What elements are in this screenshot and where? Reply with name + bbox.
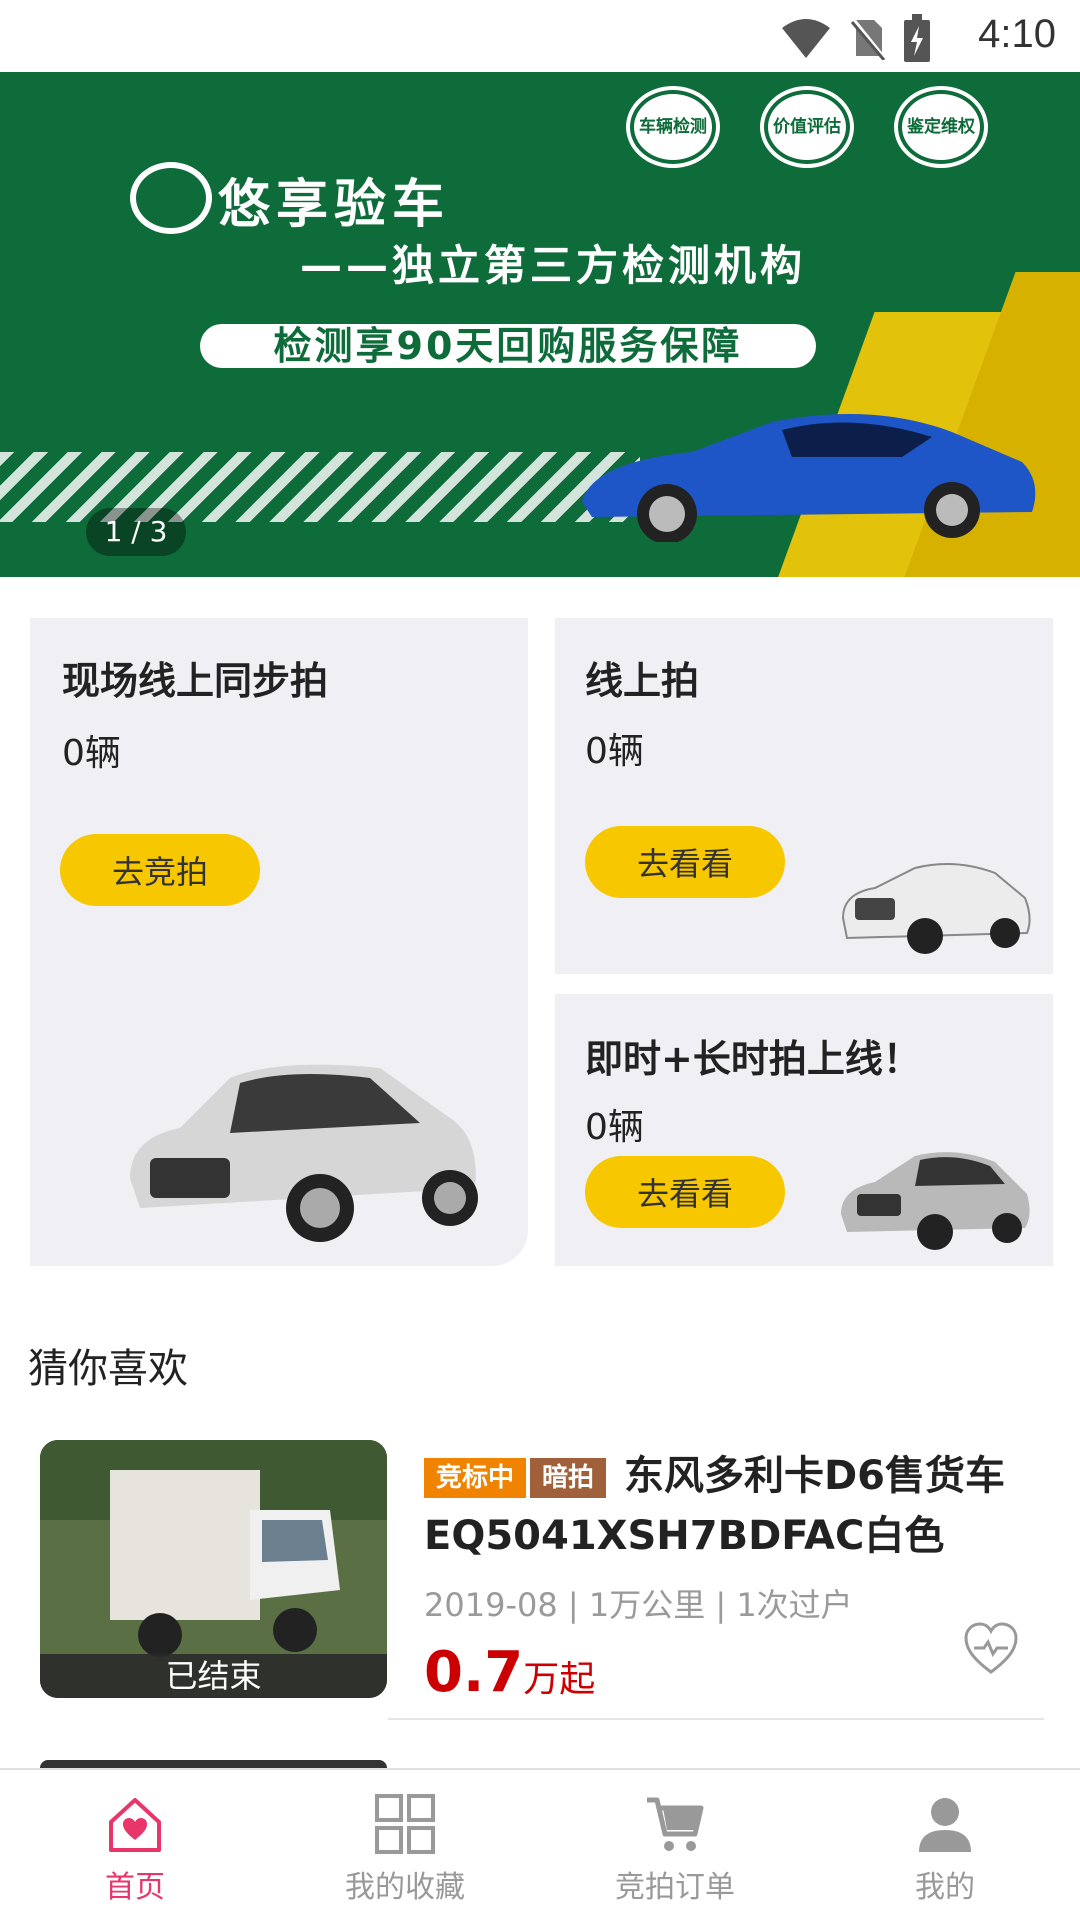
card-online-auction[interactable]: 线上拍 0辆 去看看 [555, 618, 1053, 974]
next-item-thumbnail [40, 1760, 387, 1768]
banner-badge: 车辆检测 [630, 90, 716, 164]
battery-charging-icon [904, 14, 930, 62]
card-title: 即时+长时拍上线！ [585, 1037, 921, 1081]
status-time: 4:10 [978, 12, 1056, 56]
banner-badge: 鉴定维权 [898, 90, 984, 164]
tag-bidding: 竞标中 [424, 1458, 527, 1498]
price-unit: 万起 [523, 1659, 596, 1700]
card-instant-long-auction[interactable]: 即时+长时拍上线！ 0辆 去看看 [555, 994, 1053, 1266]
nav-label: 我的 [915, 1870, 975, 1905]
nav-label: 我的收藏 [345, 1870, 465, 1905]
nav-favorites[interactable]: 我的收藏 [270, 1770, 540, 1922]
vehicle-title[interactable]: 竞标中 暗拍 东风多利卡D6售货车EQ5041XSH7BDFAC白色 [424, 1446, 1044, 1566]
bottom-nav: 首页 我的收藏 竞拍订单 我的 [0, 1768, 1080, 1922]
banner-badge: 价值评估 [764, 90, 850, 164]
nav-label: 竞拍订单 [615, 1870, 735, 1905]
cart-icon [647, 1797, 704, 1851]
car-image [130, 1064, 478, 1242]
status-icons [780, 14, 930, 62]
promo-banner[interactable]: 车辆检测 价值评估 鉴定维权 悠享验车 ——独立第三方检测机构 检测享90天回购… [0, 72, 1080, 577]
status-bar: 4:10 [0, 0, 1080, 72]
section-title-recommend: 猜你喜欢 [28, 1346, 188, 1392]
car-image [841, 1152, 1030, 1250]
nav-label: 首页 [105, 1870, 165, 1905]
user-icon [919, 1798, 971, 1852]
go-bid-button[interactable]: 去竞拍 [60, 834, 260, 906]
banner-page-indicator: 1 / 3 [86, 508, 186, 556]
price-value: 0.7 [424, 1640, 524, 1705]
nav-profile[interactable]: 我的 [810, 1770, 1080, 1922]
card-title: 现场线上同步拍 [62, 659, 329, 703]
view-instant-button[interactable]: 去看看 [585, 1156, 785, 1228]
vehicle-thumbnail[interactable]: 已结束 [40, 1440, 387, 1698]
auction-status-label: 已结束 [40, 1654, 387, 1698]
card-count: 0辆 [62, 733, 121, 774]
home-heart-icon [109, 1798, 161, 1852]
banner-slogan: 检测享90天回购服务保障 [200, 324, 816, 368]
no-sim-icon [850, 16, 886, 60]
banner-subtitle: ——独立第三方检测机构 [300, 241, 807, 290]
card-title: 线上拍 [585, 659, 700, 703]
grid-icon [375, 1794, 435, 1854]
wifi-icon [782, 19, 830, 58]
nav-home[interactable]: 首页 [0, 1770, 270, 1922]
card-live-sync-auction[interactable]: 现场线上同步拍 0辆 去竞拍 [30, 618, 528, 1266]
banner-logo-text: 悠享验车 [218, 175, 451, 235]
car-image [582, 414, 1036, 542]
tag-sealed-bid: 暗拍 [530, 1458, 607, 1498]
vehicle-meta: 2019-08 | 1万公里 | 1次过户 [424, 1586, 853, 1624]
card-count: 0辆 [585, 731, 644, 772]
car-image [841, 863, 1031, 954]
vehicle-price: 0.7万起 [424, 1640, 595, 1705]
logo-icon [130, 162, 212, 234]
view-online-button[interactable]: 去看看 [585, 826, 785, 898]
card-count: 0辆 [585, 1107, 644, 1148]
divider [388, 1718, 1044, 1720]
heart-outline-icon[interactable] [962, 1620, 1020, 1678]
nav-auction-orders[interactable]: 竞拍订单 [540, 1770, 810, 1922]
